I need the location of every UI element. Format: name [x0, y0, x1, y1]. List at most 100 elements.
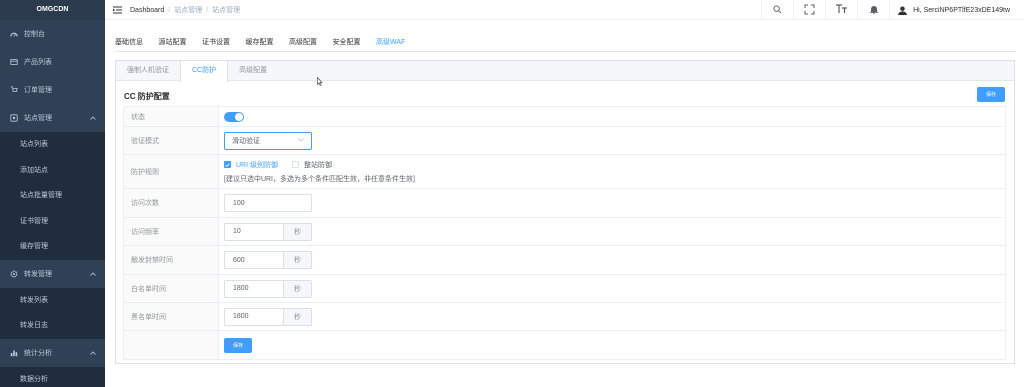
- sidebar-item-label: 统计分析: [24, 349, 52, 357]
- form-row-blacklist: 黑名单时间 1800 秒: [124, 303, 1005, 331]
- form-row-whitelist: 白名单时间 1800 秒: [124, 275, 1005, 303]
- tab-advanced-waf[interactable]: 高级WAF: [376, 37, 406, 52]
- subtab-human-verification[interactable]: 强制人机验证: [116, 61, 180, 80]
- logo: OMGCDN: [0, 0, 105, 20]
- sidebar-item-label: 订单管理: [24, 87, 52, 94]
- sidebar-item-label: 控制台: [24, 31, 45, 38]
- chevron-up-icon: [90, 115, 96, 122]
- unit-label: 秒: [283, 252, 311, 268]
- product-icon: [9, 57, 19, 67]
- sidebar-submenu-stats: 数据分析: [0, 366, 105, 387]
- waf-subtabs: 强制人机验证 CC防护 高级配置: [116, 61, 1014, 82]
- tab-cache[interactable]: 缓存配置: [246, 37, 274, 52]
- tab-certificate[interactable]: 证书设置: [202, 37, 230, 52]
- fullscreen-icon: [804, 4, 815, 17]
- search-button[interactable]: [761, 0, 793, 20]
- breadcrumb-item: 站点管理: [212, 6, 241, 14]
- dashboard-icon: [9, 29, 19, 39]
- notification-button[interactable]: [857, 0, 889, 20]
- frequency-input[interactable]: 10 秒: [224, 222, 312, 241]
- visits-label: 访问次数: [124, 189, 219, 217]
- form-row-submit: 保存: [124, 331, 1005, 359]
- uri-defense-label: URI 级别防御: [236, 161, 278, 169]
- bell-icon: [869, 5, 878, 16]
- whitelist-input[interactable]: 1800 秒: [224, 279, 312, 298]
- chevron-up-icon: [90, 271, 96, 278]
- check-icon: [224, 161, 231, 168]
- form-row-status: 状态: [124, 107, 1005, 127]
- user-greeting: Hi, SerciNP6PTlfE23xDE149tw: [913, 6, 1010, 14]
- tab-basic-info[interactable]: 基础信息: [115, 37, 143, 52]
- rules-label: 防护规则: [124, 155, 219, 188]
- sidebar-item-products[interactable]: 产品列表: [0, 48, 105, 76]
- chart-icon: [9, 348, 19, 358]
- header-actions: Hi, SerciNP6PTlfE23xDE149tw: [761, 0, 1024, 20]
- tab-advanced[interactable]: 高级配置: [289, 37, 317, 52]
- trigger-label: 触发封禁时间: [124, 246, 219, 274]
- sidebar-item-stats[interactable]: 统计分析: [0, 339, 105, 367]
- subtab-cc-protection[interactable]: CC防护: [180, 61, 229, 82]
- uri-defense-checkbox[interactable]: URI 级别防御: [224, 160, 278, 170]
- chevron-down-icon: [298, 137, 304, 144]
- sidebar-subitem-site-list[interactable]: 站点列表: [0, 132, 105, 158]
- sidebar-subitem-forward-log[interactable]: 转发日志: [0, 313, 105, 339]
- hamburger-icon[interactable]: [113, 6, 122, 14]
- sidebar-subitem-certificates[interactable]: 证书管理: [0, 209, 105, 235]
- text-size-icon: [835, 4, 848, 16]
- form-save-button[interactable]: 保存: [224, 337, 252, 353]
- sidebar-item-label: 站点管理: [24, 115, 52, 122]
- form-row-frequency: 访问频率 10 秒: [124, 218, 1005, 246]
- mouse-cursor-icon: [317, 76, 323, 88]
- breadcrumb: Dashboard / 站点管理 / 站点管理: [130, 6, 241, 14]
- unit-label: 秒: [283, 308, 311, 325]
- form-row-mode: 验证模式 滑动验证: [124, 127, 1005, 155]
- sidebar-item-sites[interactable]: 站点管理: [0, 104, 105, 132]
- fullscreen-button[interactable]: [793, 0, 825, 20]
- status-toggle[interactable]: [224, 111, 244, 122]
- top-header: Dashboard / 站点管理 / 站点管理 Hi, SerciNP6PTlf…: [105, 0, 1024, 20]
- site-defense-label: 整站防御: [304, 161, 332, 169]
- breadcrumb-item[interactable]: Dashboard: [130, 7, 164, 14]
- cart-icon: [9, 85, 19, 95]
- sidebar-item-label: 转发管理: [24, 270, 52, 278]
- mode-label: 验证模式: [124, 127, 219, 154]
- frequency-label: 访问频率: [124, 218, 219, 245]
- site-defense-checkbox[interactable]: 整站防御: [292, 160, 332, 170]
- site-icon: [9, 113, 19, 123]
- tab-origin[interactable]: 源站配置: [159, 37, 187, 52]
- form-row-visits: 访问次数 100: [124, 189, 1005, 218]
- breadcrumb-item: 站点管理: [174, 6, 203, 14]
- sidebar-submenu-forwarding: 转发列表 转发日志: [0, 287, 105, 339]
- sidebar-item-dashboard[interactable]: 控制台: [0, 20, 105, 48]
- sidebar-subitem-forward-list[interactable]: 转发列表: [0, 288, 105, 314]
- save-button[interactable]: 保存: [977, 87, 1005, 102]
- sidebar-item-label: 产品列表: [24, 59, 52, 66]
- cc-config-form: 状态 验证模式 滑动验证 防护规则 URI 级别防御 整站防御 [建议只选中UR…: [123, 106, 1006, 360]
- config-tabs: 基础信息 源站配置 证书设置 缓存配置 高级配置 安全配置 高级WAF: [115, 37, 421, 52]
- sidebar-item-orders[interactable]: 订单管理: [0, 76, 105, 104]
- search-icon: [773, 4, 782, 16]
- tab-security[interactable]: 安全配置: [333, 37, 361, 52]
- user-menu[interactable]: Hi, SerciNP6PTlfE23xDE149tw: [889, 0, 1024, 20]
- visits-input[interactable]: 100: [224, 194, 312, 212]
- verify-mode-select[interactable]: 滑动验证: [224, 131, 312, 150]
- sidebar-subitem-site-batch[interactable]: 站点批量管理: [0, 183, 105, 209]
- rules-hint: [建议只选中URI，多选为多个条件匹配生效，非任意条件生效]: [224, 175, 415, 183]
- trigger-input[interactable]: 600 秒: [224, 251, 312, 269]
- sidebar-subitem-add-site[interactable]: 添加站点: [0, 158, 105, 184]
- form-row-rules: 防护规则 URI 级别防御 整站防御 [建议只选中URI，多选为多个条件匹配生效…: [124, 155, 1005, 189]
- subtab-advanced[interactable]: 高级配置: [228, 61, 278, 80]
- tabs-divider: [115, 51, 1016, 52]
- sidebar-subitem-data-analysis[interactable]: 数据分析: [0, 367, 105, 387]
- font-size-button[interactable]: [825, 0, 857, 20]
- unit-label: 秒: [283, 223, 311, 240]
- blacklist-input[interactable]: 1800 秒: [224, 307, 312, 326]
- gear-icon: [9, 269, 19, 279]
- blacklist-label: 黑名单时间: [124, 303, 219, 330]
- card-title: CC 防护配置: [124, 92, 170, 101]
- status-label: 状态: [124, 107, 219, 126]
- sidebar-item-forwarding[interactable]: 转发管理: [0, 260, 105, 288]
- user-icon: [898, 5, 908, 15]
- sidebar-subitem-cache[interactable]: 缓存管理: [0, 234, 105, 260]
- chevron-up-icon: [90, 350, 96, 357]
